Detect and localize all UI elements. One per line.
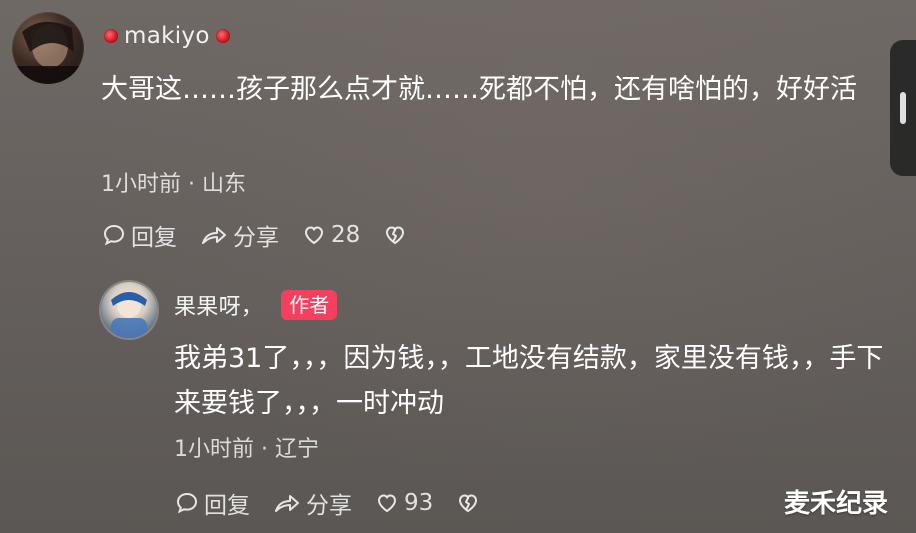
username[interactable]: 果果呀， (174, 289, 263, 321)
comment-text: 大哥这……孩子那么点才就……死都不怕，还有啥怕的，好好活 (101, 74, 857, 105)
share-arrow-icon (202, 227, 226, 244)
reply-button[interactable]: 回复 (174, 486, 250, 520)
dislike-button[interactable] (455, 490, 481, 516)
share-button[interactable]: 分享 (272, 486, 352, 520)
like-button[interactable]: 28 (301, 222, 360, 248)
comment-actions: 回复 分享 28 (101, 218, 430, 252)
avatar-image (111, 292, 147, 338)
reply-actions: 回复 分享 93 (174, 486, 503, 520)
speech-bubble-icon (103, 224, 125, 246)
comment-header-1: makiyo (104, 20, 230, 52)
reply-text: 我弟31了，，，因为钱，，工地没有结款，家里没有钱，，手下来要钱了，，，一时冲动 (174, 343, 884, 419)
share-arrow-icon (275, 495, 299, 512)
share-label: 分享 (233, 225, 279, 251)
comment-time-location: 1小时前 · 山东 (101, 172, 246, 197)
avatar-author[interactable] (101, 282, 157, 338)
watermark: 麦禾纪录 (784, 489, 889, 519)
avatar-image (12, 21, 84, 84)
like-count: 28 (331, 222, 361, 248)
reply-time-location: 1小时前 · 辽宁 (174, 437, 319, 462)
share-label: 分享 (306, 493, 352, 519)
heart-icon (304, 226, 324, 245)
heart-icon (377, 494, 397, 513)
username[interactable]: makiyo (124, 23, 210, 49)
broken-heart-icon (386, 226, 405, 245)
reply-label: 回复 (131, 225, 177, 251)
author-tag: 作者 (281, 290, 338, 320)
comment-header-2: 果果呀， 作者 (174, 289, 338, 321)
like-count: 93 (404, 490, 434, 516)
avatar-makiyo[interactable] (12, 12, 84, 84)
like-button[interactable]: 93 (374, 490, 433, 516)
share-button[interactable]: 分享 (199, 218, 279, 252)
scrollbar[interactable] (890, 40, 916, 176)
broken-heart-icon (459, 494, 478, 513)
reply-button[interactable]: 回复 (101, 218, 177, 252)
scrollbar-thumb[interactable] (900, 92, 906, 124)
badge-icon (215, 29, 230, 43)
reply-label: 回复 (204, 493, 250, 519)
speech-bubble-icon (176, 492, 198, 514)
badge-icon (104, 29, 118, 43)
dislike-button[interactable] (382, 222, 408, 248)
